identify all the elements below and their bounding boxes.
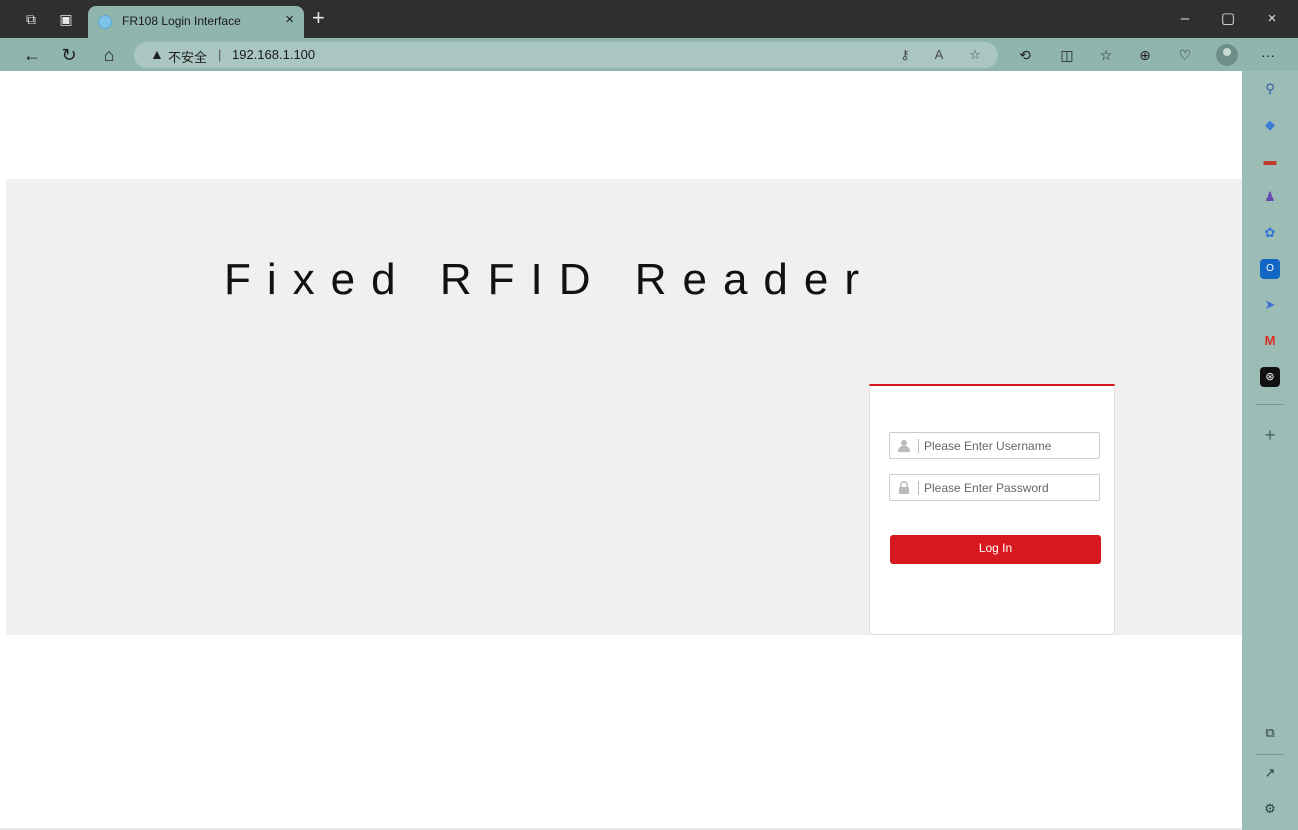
workspaces-icon[interactable]: ⧉ [22, 10, 40, 28]
page-title: Fixed RFID Reader [224, 255, 876, 304]
login-button[interactable]: Log In [890, 535, 1101, 564]
new-tab-button[interactable]: + [312, 6, 325, 30]
add-icon[interactable]: + [1260, 425, 1280, 445]
extensions-icon[interactable]: ⟲ [1015, 45, 1035, 65]
tag-icon[interactable]: ◆ [1260, 115, 1280, 135]
user-icon [898, 440, 910, 452]
more-icon[interactable]: ··· [1258, 45, 1278, 65]
home-icon[interactable]: ⌂ [98, 44, 120, 66]
collections-icon[interactable]: ⊕ [1135, 45, 1155, 65]
read-aloud-icon[interactable]: A [930, 46, 948, 64]
browser-toolbar: ← ↻ ⌂ ▲ 不安全 | 192.168.1.100 ⚷ A ☆ ⟲ ◫ ☆ … [0, 38, 1298, 71]
key-icon[interactable]: ⚷ [896, 46, 914, 64]
sidebar-divider [1256, 404, 1284, 405]
warning-icon[interactable]: ▲ [150, 46, 164, 62]
page-content: Fixed RFID Reader Please Enter Username … [0, 71, 1242, 830]
tab-title: FR108 Login Interface [122, 14, 241, 28]
split-screen-icon[interactable]: ◫ [1057, 45, 1077, 65]
tab-close-button[interactable]: × [285, 11, 294, 28]
maximize-button[interactable]: ▢ [1213, 8, 1243, 30]
sidebar-divider-bottom [1256, 754, 1284, 755]
login-banner: Fixed RFID Reader Please Enter Username … [6, 179, 1242, 635]
favorites-icon[interactable]: ☆ [1096, 45, 1116, 65]
url-text[interactable]: 192.168.1.100 [232, 47, 315, 62]
favorite-star-icon[interactable]: ☆ [966, 46, 984, 64]
tab-favicon-icon [98, 15, 112, 29]
health-icon[interactable]: ♡ [1175, 45, 1195, 65]
minimize-button[interactable]: – [1170, 8, 1200, 30]
search-icon[interactable]: ⚲ [1260, 79, 1280, 99]
send-icon[interactable]: ➤ [1260, 295, 1280, 315]
tab-active[interactable]: FR108 Login Interface × [88, 6, 304, 38]
toolbox-icon[interactable]: ▬ [1260, 151, 1280, 171]
password-placeholder: Please Enter Password [924, 481, 1049, 495]
security-status[interactable]: 不安全 [168, 47, 207, 66]
password-field[interactable]: Please Enter Password [889, 474, 1100, 501]
refresh-icon[interactable]: ↻ [58, 44, 80, 66]
title-bar: ⧉ ▣ FR108 Login Interface × + – ▢ × [0, 0, 1298, 38]
address-bar[interactable]: ▲ 不安全 | 192.168.1.100 ⚷ A ☆ [134, 42, 998, 68]
back-arrow-icon[interactable]: ← [21, 44, 43, 66]
outlook-icon[interactable]: O [1260, 259, 1280, 279]
address-separator: | [218, 47, 222, 62]
settings-icon[interactable]: ⚙ [1260, 799, 1280, 819]
chatgpt-icon[interactable]: ⊛ [1260, 367, 1280, 387]
open-external-icon[interactable]: ↗ [1260, 763, 1280, 783]
close-window-button[interactable]: × [1257, 8, 1287, 30]
copilot-icon[interactable]: ✿ [1260, 223, 1280, 243]
field-divider [918, 481, 919, 495]
lock-icon [899, 481, 909, 494]
username-placeholder: Please Enter Username [924, 439, 1052, 453]
username-field[interactable]: Please Enter Username [889, 432, 1100, 459]
profile-icon[interactable] [1216, 44, 1238, 66]
gmail-icon[interactable]: M [1260, 331, 1280, 351]
field-divider [918, 439, 919, 453]
tab-actions-icon[interactable]: ▣ [57, 10, 75, 28]
games-icon[interactable]: ♟ [1260, 187, 1280, 207]
edge-sidebar: ⚲ ◆ ▬ ♟ ✿ O ➤ M ⊛ + ⧉ ↗ ⚙ [1242, 71, 1298, 830]
login-panel: Please Enter Username Please Enter Passw… [869, 384, 1115, 635]
screenshot-icon[interactable]: ⧉ [1260, 723, 1280, 743]
